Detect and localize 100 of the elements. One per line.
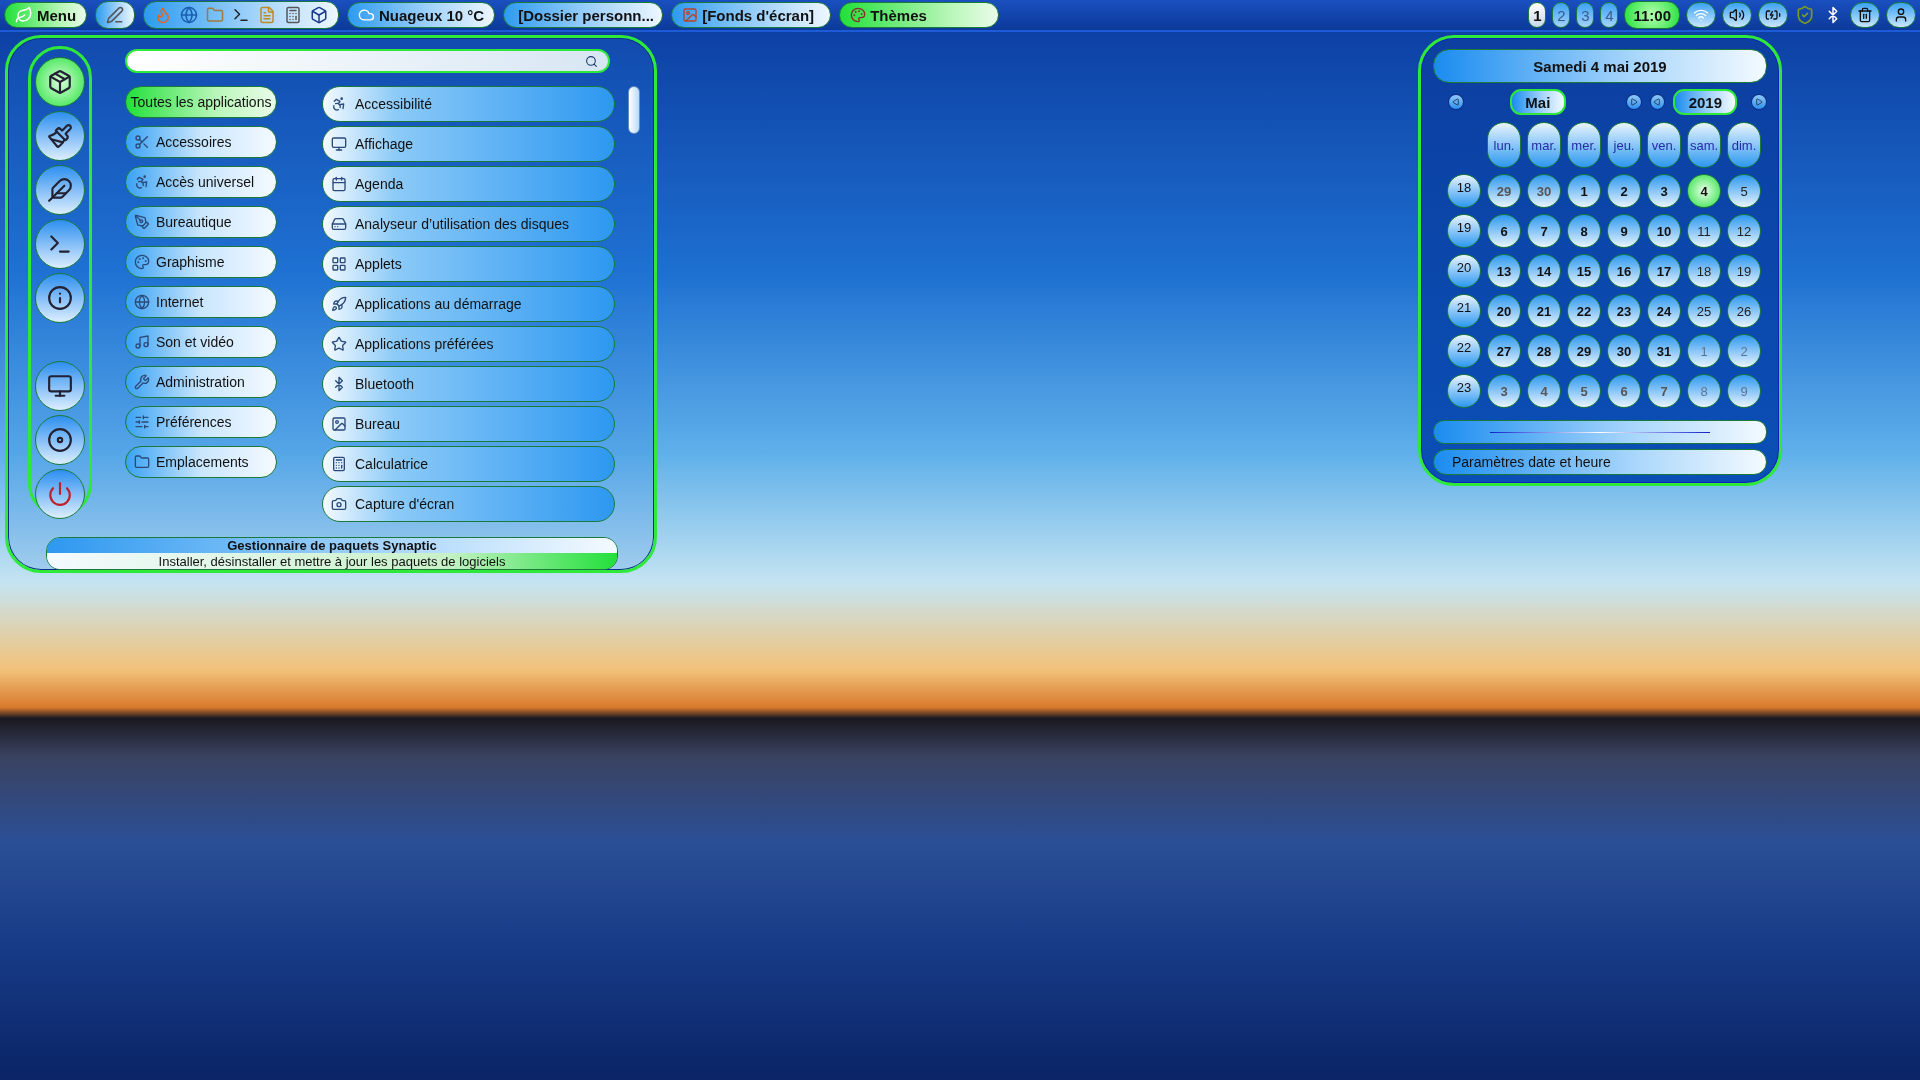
window-button[interactable]: [Dossier personn... [503, 2, 664, 28]
application-item[interactable]: Agenda [322, 166, 615, 202]
globe-icon [134, 294, 150, 310]
day-button[interactable]: 8 [1567, 214, 1601, 248]
day-button[interactable]: 14 [1527, 254, 1561, 288]
day-button[interactable]: 4 [1527, 374, 1561, 408]
category-item[interactable]: Toutes les applications [125, 86, 277, 118]
wifi-button[interactable] [1686, 2, 1716, 28]
day-button[interactable]: 5 [1567, 374, 1601, 408]
day-button[interactable]: 4 [1687, 174, 1721, 208]
folder-icon [134, 454, 150, 470]
info-icon [47, 285, 73, 311]
application-item[interactable]: Bluetooth [322, 366, 615, 402]
application-item[interactable]: Applications préférées [322, 326, 615, 362]
box-icon [310, 6, 329, 24]
wifi-icon [1693, 7, 1709, 23]
day-button[interactable]: 19 [1727, 254, 1761, 288]
application-item[interactable]: Analyseur d’utilisation des disques [322, 206, 615, 242]
workspace-button[interactable]: 1 [1528, 2, 1547, 28]
day-button[interactable]: 3 [1647, 174, 1681, 208]
day-button[interactable]: 13 [1487, 254, 1521, 288]
category-item[interactable]: Son et vidéo [125, 326, 277, 358]
day-button[interactable]: 23 [1607, 294, 1641, 328]
week-number: 21 [1447, 294, 1481, 328]
day-button[interactable]: 30 [1607, 334, 1641, 368]
day-button[interactable]: 12 [1727, 214, 1761, 248]
day-button[interactable]: 18 [1687, 254, 1721, 288]
settings-button[interactable]: Paramètres date et heure [1433, 449, 1767, 475]
category-item[interactable]: Internet [125, 286, 277, 318]
shield-check-icon [1795, 5, 1815, 25]
workspace-button[interactable]: 4 [1600, 2, 1619, 28]
user-button[interactable] [1886, 2, 1916, 28]
category-item[interactable]: Bureautique [125, 206, 277, 238]
menu-button[interactable]: Menu [4, 2, 88, 28]
music-icon [134, 334, 150, 350]
day-button[interactable]: 1 [1567, 174, 1601, 208]
day-button[interactable]: 7 [1527, 214, 1561, 248]
category-item[interactable]: Emplacements [125, 446, 277, 478]
battery-button[interactable] [1758, 2, 1788, 28]
palette-icon [134, 254, 150, 270]
search-icon [585, 54, 598, 68]
volume-button[interactable] [1722, 2, 1752, 28]
weather-button[interactable]: Nuageux 10 °C [347, 2, 496, 28]
day-button[interactable]: 30 [1527, 174, 1561, 208]
day-button[interactable]: 5 [1727, 174, 1761, 208]
application-item[interactable]: Calculatrice [322, 446, 615, 482]
palette-icon [850, 7, 867, 23]
category-item[interactable]: Accès universel [125, 166, 277, 198]
day-button[interactable]: 28 [1527, 334, 1561, 368]
next-month-button[interactable] [1626, 94, 1642, 110]
day-button[interactable]: 17 [1647, 254, 1681, 288]
day-button[interactable]: 16 [1607, 254, 1641, 288]
previous-month-button[interactable] [1448, 94, 1464, 110]
clock[interactable]: 11:00 [1624, 1, 1680, 29]
day-button[interactable]: 10 [1647, 214, 1681, 248]
calculator-icon [284, 6, 303, 24]
window-button[interactable]: [Fonds d'écran] [671, 2, 832, 28]
day-button[interactable]: 6 [1607, 374, 1641, 408]
weekday-header: dim. [1727, 122, 1761, 168]
workspace-button[interactable]: 3 [1576, 2, 1595, 28]
day-button[interactable]: 2 [1607, 174, 1641, 208]
day-button[interactable]: 9 [1607, 214, 1641, 248]
category-item[interactable]: Accessoires [125, 126, 277, 158]
category-item[interactable]: Graphisme [125, 246, 277, 278]
application-item[interactable]: Bureau [322, 406, 615, 442]
application-item[interactable]: Capture d'écran [322, 486, 615, 522]
feather-icon [47, 177, 73, 203]
day-button[interactable]: 29 [1487, 174, 1521, 208]
day-button[interactable]: 11 [1687, 214, 1721, 248]
monitor-icon [47, 373, 73, 399]
application-item[interactable]: Accessibilité [322, 86, 615, 122]
search-field[interactable] [125, 49, 610, 73]
day-button[interactable]: 25 [1687, 294, 1721, 328]
application-item[interactable]: Affichage [322, 126, 615, 162]
category-item[interactable]: Préférences [125, 406, 277, 438]
day-button[interactable]: 31 [1647, 334, 1681, 368]
camera-icon [331, 496, 347, 512]
day-button[interactable]: 15 [1567, 254, 1601, 288]
category-item[interactable]: Administration [125, 366, 277, 398]
day-button[interactable]: 26 [1727, 294, 1761, 328]
day-button[interactable]: 22 [1567, 294, 1601, 328]
week-number: 22 [1447, 334, 1481, 368]
day-button[interactable]: 29 [1567, 334, 1601, 368]
day-button[interactable]: 21 [1527, 294, 1561, 328]
day-button[interactable]: 27 [1487, 334, 1521, 368]
day-button[interactable]: 6 [1487, 214, 1521, 248]
day-button[interactable]: 3 [1487, 374, 1521, 408]
scrollbar-thumb[interactable] [628, 86, 640, 134]
application-item[interactable]: Applications au démarrage [322, 286, 615, 322]
day-button[interactable]: 7 [1647, 374, 1681, 408]
window-button[interactable]: Thèmes [839, 2, 1000, 28]
day-button[interactable]: 24 [1647, 294, 1681, 328]
previous-year-button[interactable] [1649, 94, 1666, 110]
next-year-button[interactable] [1751, 94, 1767, 110]
star-icon [331, 336, 347, 352]
day-button[interactable]: 20 [1487, 294, 1521, 328]
workspace-button[interactable]: 2 [1552, 2, 1571, 28]
sliders-icon [134, 414, 150, 430]
application-item[interactable]: Applets [322, 246, 615, 282]
trash-button[interactable] [1850, 2, 1880, 28]
